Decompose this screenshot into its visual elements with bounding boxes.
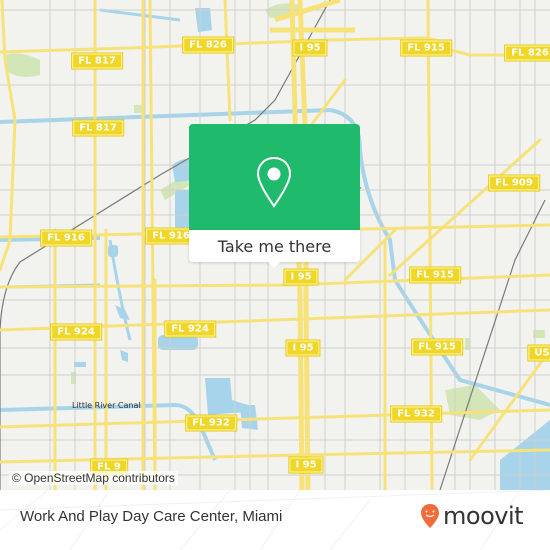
road-shield: FL 817	[73, 120, 123, 136]
road-shield: FL 915	[401, 40, 451, 56]
take-me-there-button[interactable]: Take me there	[189, 230, 360, 262]
road-shield: FL 826	[183, 37, 233, 53]
road-shield: I 95	[286, 340, 320, 356]
footer: Work And Play Day Care Center, Miami moo…	[0, 490, 550, 550]
place-title: Work And Play Day Care Center, Miami	[20, 508, 283, 525]
map-attribution[interactable]: © OpenStreetMap contributors	[9, 471, 178, 485]
road-shield: FL 909	[489, 175, 539, 191]
popup-header	[189, 124, 360, 230]
popup-pointer	[266, 260, 282, 268]
road-shield: FL 932	[186, 415, 236, 431]
moovit-logo[interactable]: moovit	[420, 502, 524, 530]
road-shield: FL 817	[72, 53, 122, 69]
road-shield: FL 924	[165, 321, 215, 337]
road-shield: FL 932	[391, 406, 441, 422]
road-shield: FL 916	[41, 230, 91, 246]
location-popup: Take me there	[189, 124, 360, 268]
map[interactable]: FL 826 I 95 FL 915 FL 826 FL 817 FL 817 …	[0, 0, 550, 490]
road-shield: FL 826	[505, 45, 550, 61]
road-shield: FL 924	[51, 324, 101, 340]
road-shield: US	[528, 345, 550, 361]
moovit-wordmark: moovit	[443, 502, 524, 530]
little-river-canal-label: Little River Canal	[72, 401, 141, 410]
road-shield: I 95	[284, 269, 318, 285]
road-shield: FL 915	[412, 339, 462, 355]
moovit-pin-icon	[421, 504, 439, 528]
road-shield: FL 915	[410, 267, 460, 283]
location-pin-icon	[256, 156, 292, 208]
road-shield: I 95	[293, 40, 327, 56]
road-shield: I 95	[289, 457, 323, 473]
